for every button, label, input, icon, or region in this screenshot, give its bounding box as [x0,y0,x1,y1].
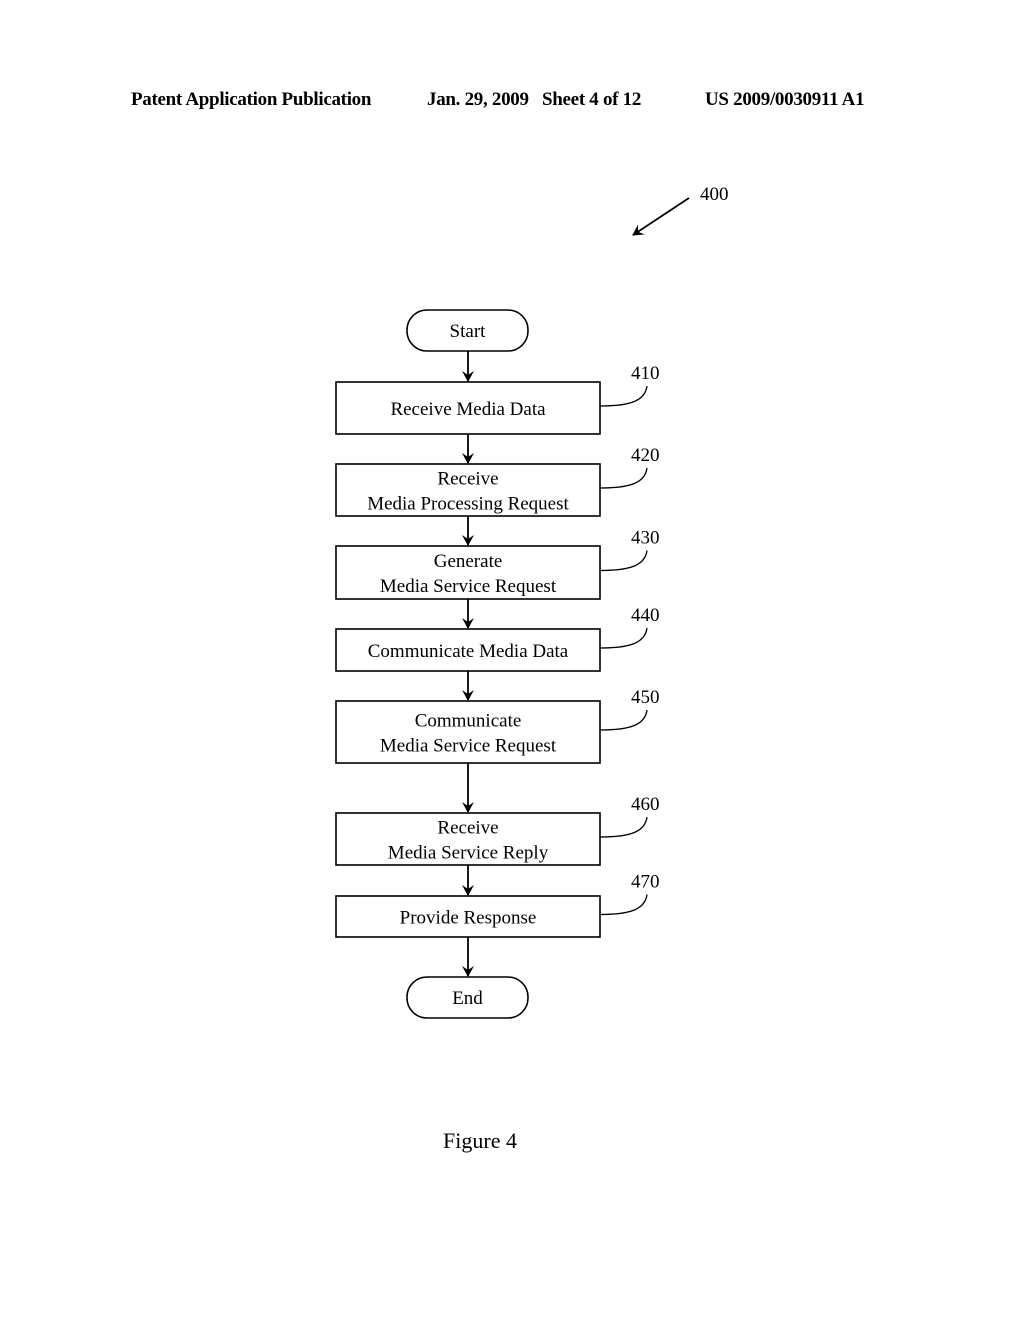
step-label: Receive Media Data [390,399,546,420]
start-label: Start [450,321,487,342]
step-label: Communicate Media Data [368,641,569,662]
step-label: Communicate [415,711,522,732]
step-leader-line [599,467,648,489]
step-label: Media Service Request [380,576,557,597]
step-reference-number: 430 [631,528,660,549]
figure-reference: 400 [632,184,729,236]
figure-caption: Figure 4 [443,1128,517,1153]
step-440: Communicate Media Data 440 [335,605,660,672]
step-reference-number: 440 [631,605,660,626]
step-label: Generate [434,551,503,572]
step-410: Receive Media Data 410 [335,363,660,435]
start-terminal: Start [406,309,529,352]
end-terminal: End [406,976,529,1019]
step-label: Media Processing Request [367,494,569,515]
step-leader-line [599,385,648,407]
step-leader-line [599,894,648,916]
step-460: Receive Media Service Reply 460 [335,794,660,866]
step-reference-number: 450 [631,687,660,708]
end-label: End [452,988,483,1009]
step-label: Provide Response [400,908,537,929]
step-label: Receive [437,469,498,490]
step-reference-number: 470 [631,872,660,893]
step-label: Media Service Request [380,736,557,757]
figure-reference-number: 400 [700,184,729,205]
step-reference-number: 420 [631,445,660,466]
step-420: Receive Media Processing Request 420 [335,445,660,517]
step-leader-line [599,816,648,838]
figure-reference-arrow [632,197,690,236]
step-reference-number: 410 [631,363,660,384]
step-470: Provide Response 470 [335,872,660,938]
step-430: Generate Media Service Request 430 [335,528,660,600]
step-leader-line [599,709,648,731]
step-label: Media Service Reply [388,843,549,864]
step-leader-line [599,627,648,649]
step-450: Communicate Media Service Request 450 [335,687,660,764]
step-reference-number: 460 [631,794,660,815]
step-leader-line [599,550,648,572]
flowchart: 400 Start Receive Media Data 410 Receive Me… [335,184,729,1019]
step-label: Receive [437,818,498,839]
